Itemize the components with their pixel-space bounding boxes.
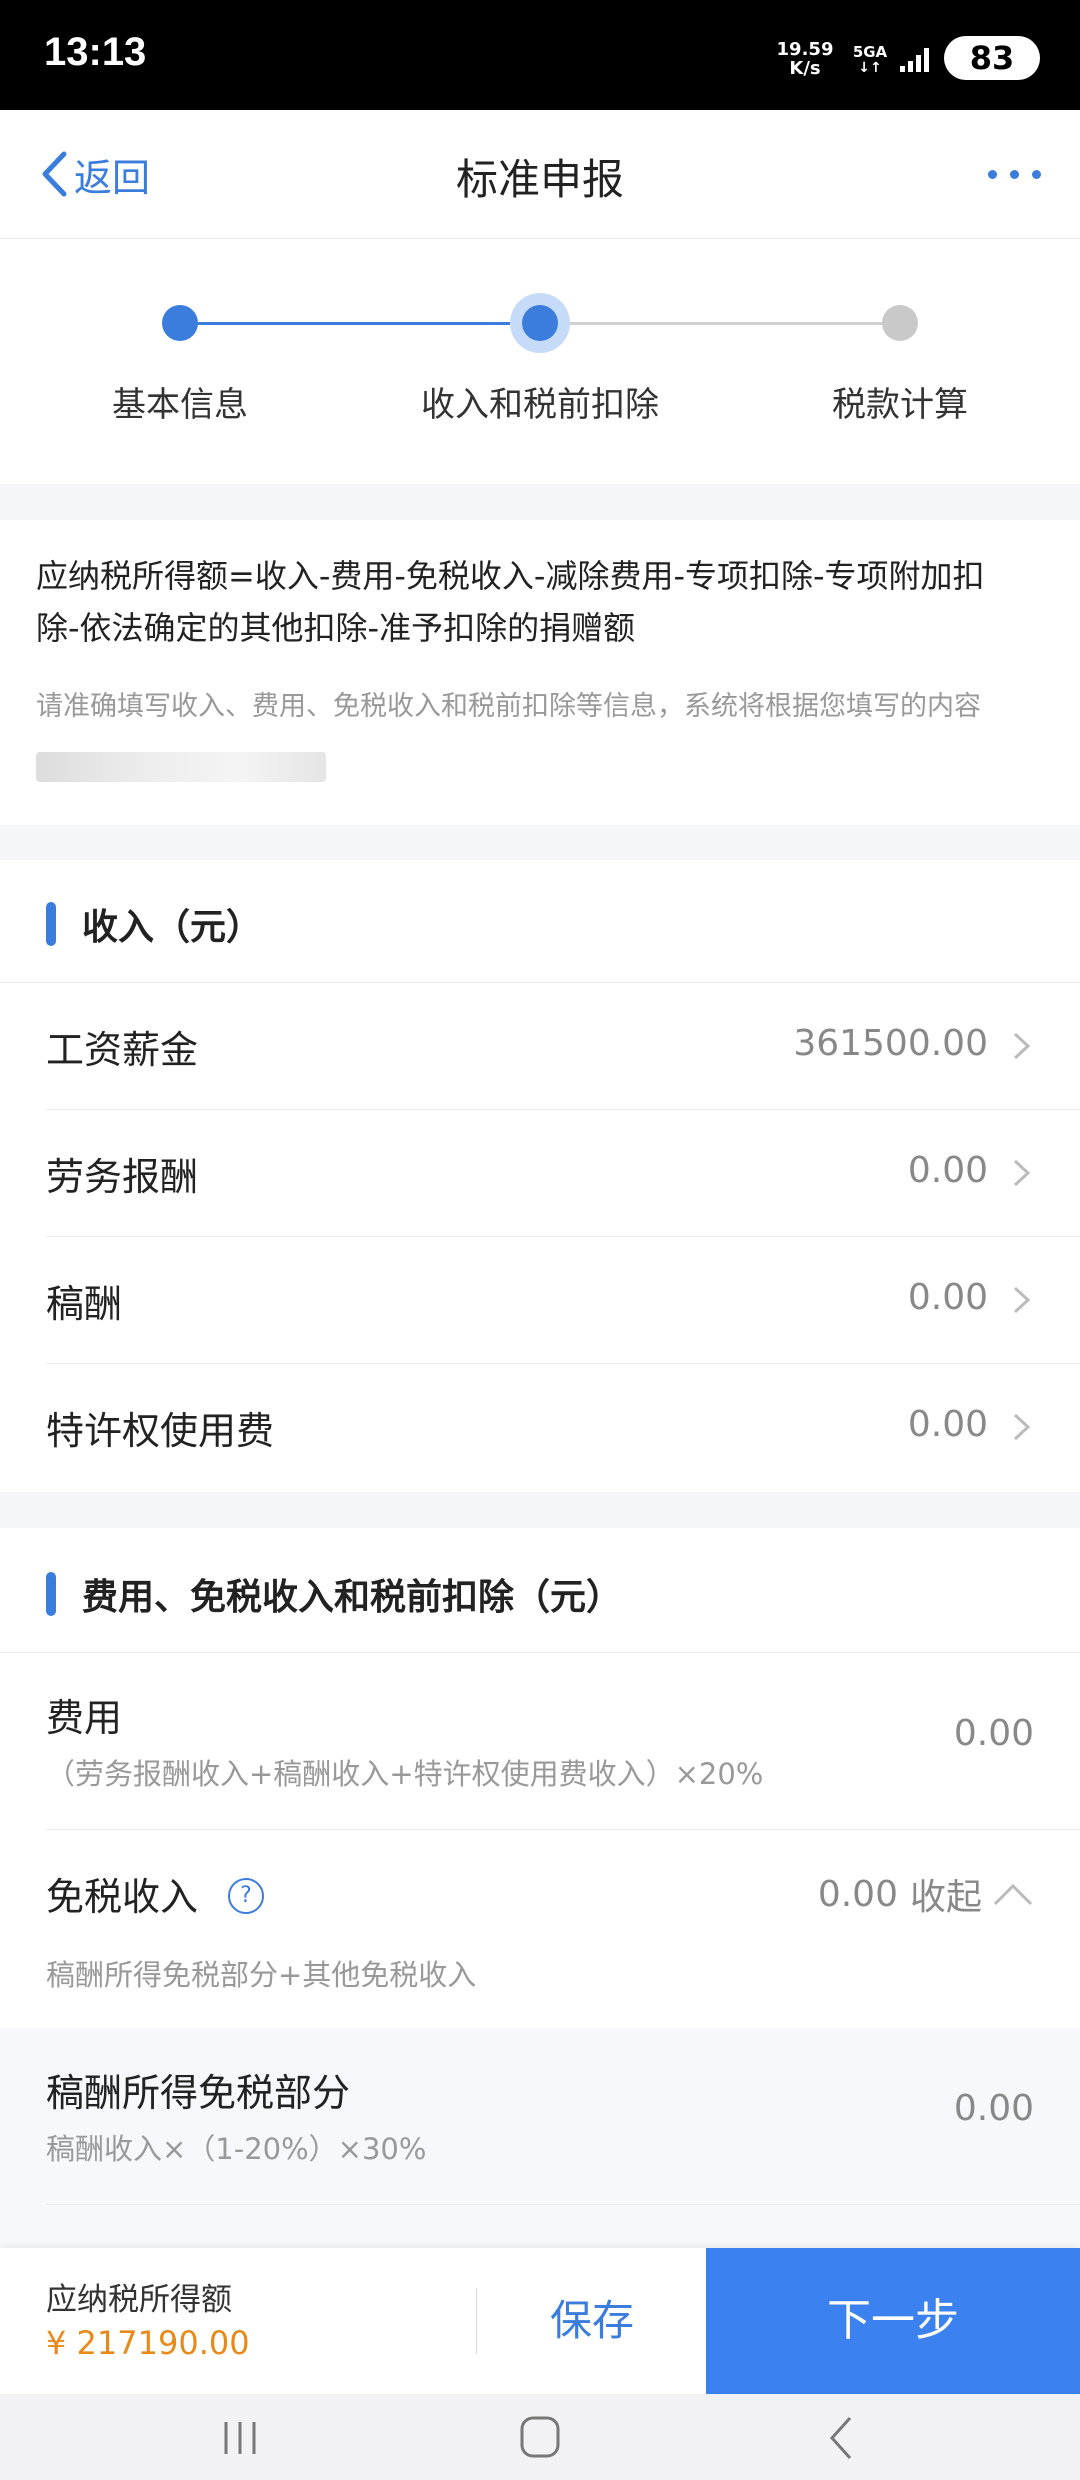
chevron-right-icon (1013, 1032, 1031, 1060)
next-step-button[interactable]: 下一步 (706, 2248, 1080, 2394)
royalty-free-panel: 稿酬所得免税部分 稿酬收入×（1-20%）×30% 0.00 (0, 2028, 1080, 2248)
royalty-free-value: 0.00 (953, 2088, 1034, 2129)
back-nav-icon[interactable] (812, 2412, 872, 2462)
chevron-right-icon (1013, 1413, 1031, 1441)
chevron-right-icon (1013, 1159, 1031, 1187)
network-type: 5GA ↓↑ (850, 44, 890, 76)
data-arrows-icon: ↓↑ (858, 60, 882, 76)
expense-value: 0.00 (953, 1713, 1034, 1754)
formula-line-2: 除-依法确定的其他扣除-准予扣除的捐赠额 (36, 609, 636, 647)
expense-label: 费用 (46, 1696, 123, 1740)
step-dot-income (522, 305, 558, 341)
deduction-section-header: 费用、免税收入和税前扣除（元） (0, 1528, 1080, 1653)
taxable-income-formula: 应纳税所得额=收入-费用-免税收入-减除费用-专项扣除-专项附加扣 除-依法确定… (36, 550, 1046, 654)
divider (476, 2288, 477, 2354)
battery-icon: 83 (944, 36, 1040, 80)
app-header: 返回 标准申报 (0, 110, 1080, 239)
more-options-icon[interactable] (984, 160, 1044, 188)
expense-formula: （劳务报酬收入+稿酬收入+特许权使用费收入）×20% (46, 1757, 764, 1791)
home-icon[interactable] (510, 2412, 570, 2462)
income-section: 收入（元） 工资薪金 361500.00 劳务报酬 0.00 稿酬 0.00 特… (0, 860, 1080, 1492)
deduction-section-title: 费用、免税收入和税前扣除（元） (82, 1577, 623, 1618)
taxable-income-value: ¥ 217190.00 (46, 2324, 250, 2362)
royalty-free-formula: 稿酬收入×（1-20%）×30% (46, 2132, 427, 2166)
income-row-franchise[interactable]: 特许权使用费 0.00 (46, 1364, 1080, 1490)
income-row-royalties[interactable]: 稿酬 0.00 (46, 1237, 1080, 1364)
tax-free-income-row: 免税收入? 0.00 收起 稿酬所得免税部分+其他免税收入 (46, 1830, 1080, 2030)
status-time: 13:13 (44, 30, 147, 74)
step-label-basic-info: 基本信息 (112, 385, 248, 425)
step-label-income: 收入和税前扣除 (421, 385, 659, 425)
signal-icon (900, 48, 932, 72)
tax-free-income-value: 0.00 (817, 1873, 898, 1915)
income-value: 361500.00 (793, 1023, 988, 1064)
tax-free-income-label-text: 免税收入 (46, 1875, 199, 1919)
status-icons: 19.59 K/s 5GA ↓↑ 83 (740, 36, 1040, 80)
collapse-label: 收起 (909, 1877, 982, 1918)
income-value: 0.00 (907, 1150, 988, 1191)
page-title: 标准申报 (455, 155, 624, 204)
income-value: 0.00 (907, 1404, 988, 1445)
royalty-free-row: 稿酬所得免税部分 稿酬收入×（1-20%）×30% 0.00 (46, 2028, 1080, 2205)
system-nav-bar (0, 2394, 1080, 2480)
progress-steps: 基本信息 收入和税前扣除 税款计算 (0, 239, 1080, 484)
step-dot-tax-calc (882, 305, 918, 341)
recent-apps-icon[interactable] (210, 2412, 270, 2462)
collapse-button[interactable]: 0.00 收起 (818, 1868, 1034, 1920)
income-label: 劳务报酬 (46, 1155, 199, 1199)
income-section-header: 收入（元） (0, 860, 1080, 983)
step-connector-pending (540, 322, 900, 325)
network-type-label: 5GA (852, 43, 888, 61)
step-label-tax-calc: 税款计算 (832, 385, 968, 425)
taxable-income-label: 应纳税所得额 (46, 2282, 232, 2318)
formula-line-1: 应纳税所得额=收入-费用-免税收入-减除费用-专项扣除-专项附加扣 (36, 557, 985, 595)
network-speed-value: 19.59 (776, 39, 834, 60)
bottom-action-bar: 应纳税所得额 ¥ 217190.00 保存 下一步 (0, 2248, 1080, 2394)
deduction-section: 费用、免税收入和税前扣除（元） 费用 （劳务报酬收入+稿酬收入+特许权使用费收入… (0, 1528, 1080, 2248)
expense-row: 费用 （劳务报酬收入+稿酬收入+特许权使用费收入）×20% 0.00 (46, 1653, 1080, 1830)
step-connector-done (180, 322, 540, 325)
chevron-right-icon (1013, 1286, 1031, 1314)
formula-card: 应纳税所得额=收入-费用-免税收入-减除费用-专项扣除-专项附加扣 除-依法确定… (0, 520, 1080, 825)
step-dot-basic-info (162, 305, 198, 341)
help-icon[interactable]: ? (228, 1877, 265, 1914)
income-label: 特许权使用费 (46, 1409, 275, 1453)
income-value: 0.00 (907, 1277, 988, 1318)
royalty-free-label: 稿酬所得免税部分 (46, 2071, 351, 2115)
network-speed: 19.59 K/s (770, 40, 840, 78)
formula-hint: 请准确填写收入、费用、免税收入和税前扣除等信息，系统将根据您填写的内容 (36, 691, 981, 722)
income-label: 稿酬 (46, 1282, 123, 1326)
blurred-text (36, 752, 326, 782)
status-bar: 13:13 19.59 K/s 5GA ↓↑ 83 (0, 0, 1080, 110)
section-marker (46, 902, 56, 946)
tax-free-income-desc: 稿酬所得免税部分+其他免税收入 (46, 1958, 477, 1992)
section-marker (46, 1572, 56, 1616)
income-row-salary[interactable]: 工资薪金 361500.00 (46, 983, 1080, 1110)
income-section-title: 收入（元） (82, 907, 263, 948)
chevron-up-icon (993, 1883, 1033, 1906)
save-button[interactable]: 保存 (478, 2248, 706, 2394)
income-row-labor[interactable]: 劳务报酬 0.00 (46, 1110, 1080, 1237)
tax-free-income-label: 免税收入? (46, 1866, 265, 1921)
network-speed-unit: K/s (789, 58, 821, 79)
income-label: 工资薪金 (46, 1028, 199, 1072)
